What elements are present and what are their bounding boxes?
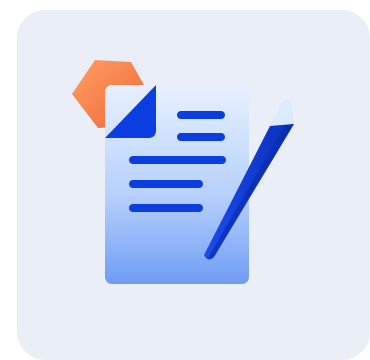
pen-cap	[269, 99, 294, 128]
document-edit-icon	[72, 60, 294, 284]
